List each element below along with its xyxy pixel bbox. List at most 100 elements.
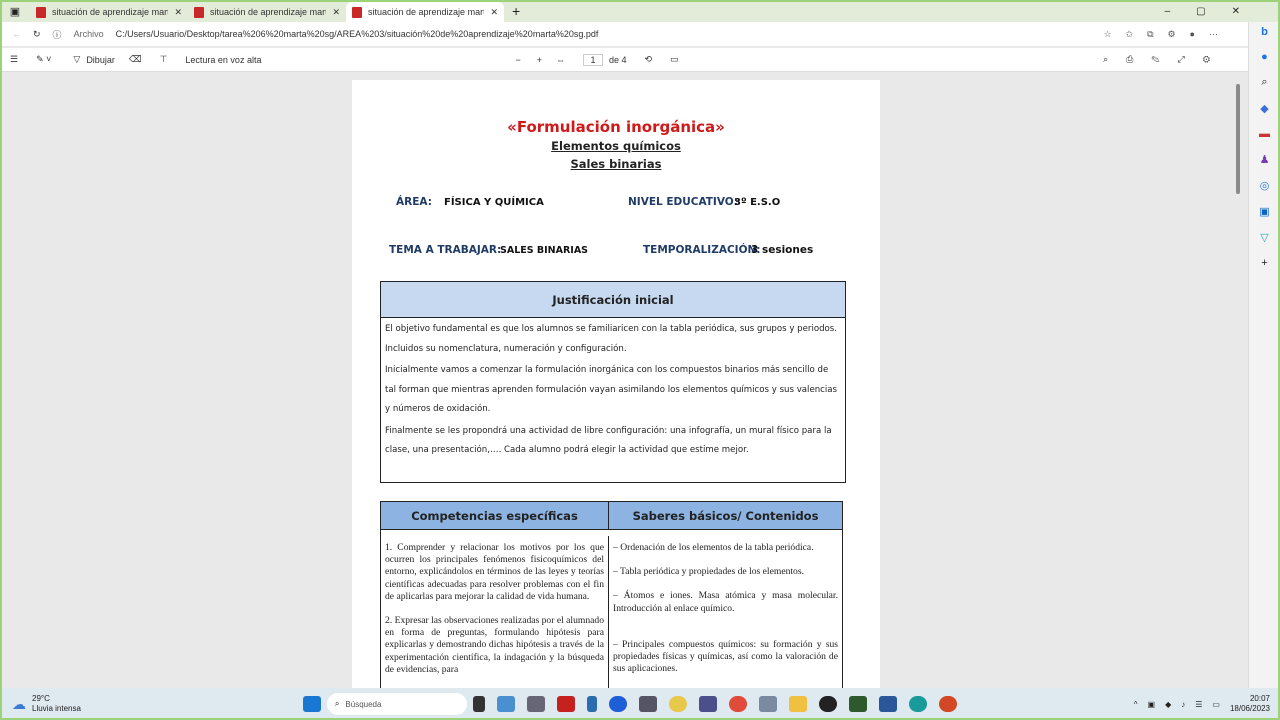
fit-width-icon[interactable]: ⇔ xyxy=(556,55,565,65)
pdf-icon xyxy=(36,6,46,18)
app-icon[interactable] xyxy=(848,696,867,712)
justification-paragraph: El objetivo fundamental es que los alumn… xyxy=(385,324,838,354)
content-item: – Principales compuestos químicos: su fo… xyxy=(613,638,838,675)
start-icon[interactable] xyxy=(302,696,321,712)
new-tab-button[interactable]: + xyxy=(512,3,520,19)
rotate-icon[interactable]: ⟲ xyxy=(645,54,653,65)
draw-button[interactable]: Dibujar xyxy=(86,55,115,65)
timing-value: 3 sesiones xyxy=(751,244,814,256)
tab-strip: ▣ situación de aprendizaje marta s✕ situ… xyxy=(0,0,1280,22)
acrobat-icon[interactable] xyxy=(556,696,575,712)
pdf-toolbar: ☰ ✎ ˅ ▽ Dibujar ⌫ ⊤ Lectura en voz alta … xyxy=(0,48,1248,72)
timing-label: TEMPORALIZACIÓN: xyxy=(643,244,761,256)
search-box[interactable]: ⌕ Búsqueda xyxy=(326,693,467,715)
temperature: 29°C xyxy=(32,694,50,703)
word-icon[interactable] xyxy=(878,696,897,712)
close-tab-icon[interactable]: ✕ xyxy=(332,7,340,18)
tab-actions-icon[interactable]: ▣ xyxy=(0,5,30,18)
search-placeholder: Búsqueda xyxy=(345,699,382,709)
window-controls[interactable]: –▢✕ xyxy=(1165,6,1280,17)
zoom-out-button[interactable]: − xyxy=(515,55,520,65)
calculator-icon[interactable] xyxy=(638,696,657,712)
shopping-icon[interactable]: ◆ xyxy=(1260,102,1268,115)
highlight-icon[interactable]: ✎ ˅ xyxy=(36,54,51,65)
app-icon[interactable] xyxy=(818,696,837,712)
edge-icon[interactable] xyxy=(908,696,927,712)
back-icon[interactable]: ← xyxy=(12,29,21,39)
weather-icon: ☁ xyxy=(12,695,26,712)
camera-icon[interactable] xyxy=(758,696,777,712)
scrollbar-thumb[interactable] xyxy=(1236,84,1240,194)
taskview-icon[interactable] xyxy=(472,696,485,712)
powerpoint-icon[interactable] xyxy=(938,696,957,712)
app-icon[interactable] xyxy=(698,696,717,712)
date: 18/06/2023 xyxy=(1229,704,1270,713)
justification-table: Justificación inicial El objetivo fundam… xyxy=(380,281,846,483)
tab-1[interactable]: situación de aprendizaje marta s✕ xyxy=(30,2,188,22)
area-value: FÍSICA Y QUÍMICA xyxy=(444,197,544,208)
settings-icon[interactable] xyxy=(526,696,545,712)
tab-3[interactable]: situación de aprendizaje marta s✕ xyxy=(346,2,504,22)
topic-value: SALES BINARIAS xyxy=(500,245,589,256)
address-scheme-label: Archivo xyxy=(73,29,104,39)
draw-icon: ▽ xyxy=(73,54,81,64)
games-icon[interactable]: ♟ xyxy=(1260,153,1270,166)
outlook-icon[interactable]: ▣ xyxy=(1259,205,1269,218)
time: 20:07 xyxy=(1249,694,1270,703)
content-item: – Tabla periódica y propiedades de los e… xyxy=(613,566,804,578)
drop-icon[interactable]: ▽ xyxy=(1260,231,1268,244)
copilot-icon[interactable]: b xyxy=(1261,26,1268,38)
address-bar: ← ↻ ⓘ Archivo C:/Users/Usuario/Desktop/t… xyxy=(0,22,1248,46)
page-number-input[interactable]: 1 xyxy=(583,53,603,66)
page-count: de 4 xyxy=(609,54,627,65)
app-icon[interactable] xyxy=(496,696,515,712)
competencies-table: Competencias específicas Saberes básicos… xyxy=(380,501,843,688)
level-value: 3º E.S.O xyxy=(734,197,781,208)
page-view-icon[interactable]: ▭ xyxy=(670,54,679,65)
level-label: NIVEL EDUCATIVO: xyxy=(628,196,738,208)
taskbar: ☁ 29°C Lluvia intensa ⌕ Búsqueda ^▣◆♪☰▭ 20… xyxy=(0,688,1280,720)
area-label: ÁREA: xyxy=(396,196,432,208)
erase-icon[interactable]: ⌫ xyxy=(129,54,142,65)
weather-text: Lluvia intensa xyxy=(32,704,81,713)
zoom-in-button[interactable]: + xyxy=(537,55,542,65)
tab-2[interactable]: situación de aprendizaje marta s✕ xyxy=(188,2,346,22)
url-input[interactable]: C:/Users/Usuario/Desktop/tarea%206%20mar… xyxy=(116,29,599,39)
content-item: – Átomos e iones. Masa atómica y masa mo… xyxy=(613,590,838,614)
competency-item: 2. Expresar las observaciones realizadas… xyxy=(385,615,604,675)
competency-item: 1. Comprender y relacionar los motivos p… xyxy=(385,541,604,602)
scrollbar[interactable] xyxy=(1234,74,1242,686)
chrome-icon[interactable] xyxy=(728,696,747,712)
clock[interactable]: 20:07 18/06/2023 xyxy=(1230,694,1280,714)
read-aloud-button[interactable]: Lectura en voz alta xyxy=(185,55,261,65)
edge-sidebar: b ● ⌕ ◆ ▬ ♟ ◎ ▣ ▽ + xyxy=(1248,22,1280,688)
add-icon[interactable]: + xyxy=(1261,257,1267,269)
reload-icon[interactable]: ↻ xyxy=(33,29,41,40)
contents-icon[interactable]: ☰ xyxy=(10,54,18,65)
browser-actions[interactable]: ☆✩⧉⚙●⋯ xyxy=(1103,29,1248,40)
text-icon[interactable]: ⊤ xyxy=(160,54,168,65)
tools-icon[interactable]: ▬ xyxy=(1259,128,1270,140)
info-icon: ⓘ xyxy=(52,29,62,40)
doc-subtitle: Elementos químicos xyxy=(551,139,681,153)
pdf-page: «Formulación inorgánica» Elementos quími… xyxy=(352,80,880,688)
doc-title: «Formulación inorgánica» xyxy=(507,118,725,136)
pdf-icon xyxy=(352,6,362,18)
close-tab-icon[interactable]: ✕ xyxy=(174,7,182,18)
close-tab-icon[interactable]: ✕ xyxy=(490,7,498,18)
search-icon[interactable]: ⌕ xyxy=(1261,76,1267,89)
explorer-icon[interactable] xyxy=(788,696,807,712)
search-icon: ⌕ xyxy=(334,699,340,708)
justification-heading: Justificación inicial xyxy=(381,282,845,318)
tray-icons[interactable]: ^▣◆♪☰▭ xyxy=(1134,700,1230,709)
bell-icon[interactable]: ● xyxy=(1261,51,1268,63)
zoom-app-icon[interactable] xyxy=(608,696,627,712)
competencies-heading: Competencias específicas xyxy=(381,502,609,530)
weather-widget[interactable]: 29°C Lluvia intensa xyxy=(32,694,81,714)
pdf-actions[interactable]: ⌕⎙✎⤢⚙ xyxy=(1103,54,1248,65)
app-icon[interactable] xyxy=(586,696,597,712)
office-icon[interactable]: ◎ xyxy=(1260,179,1270,192)
justification-paragraph: Inicialmente vamos a comenzar la formula… xyxy=(385,365,838,414)
doc-subtitle: Sales binarias xyxy=(570,157,662,171)
app-icon[interactable] xyxy=(668,696,687,712)
